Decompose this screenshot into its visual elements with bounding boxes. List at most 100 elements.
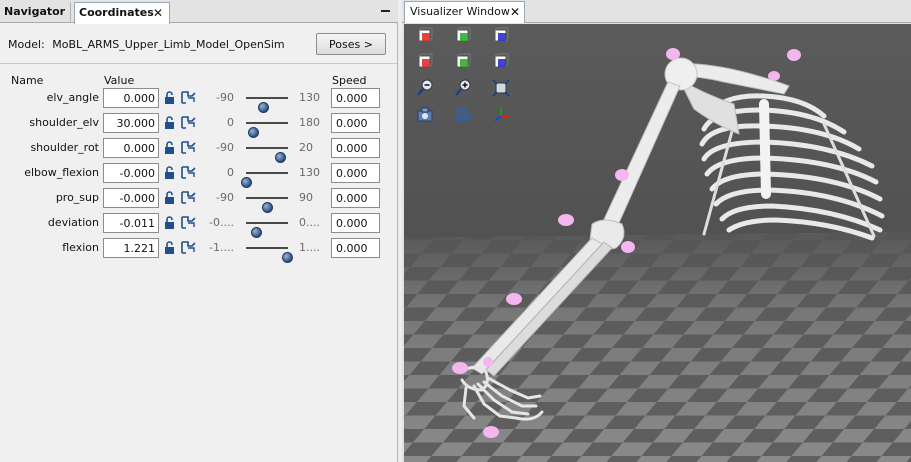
coordinate-name: pro_sup (55, 191, 99, 204)
view-left-icon[interactable] (454, 53, 472, 71)
tab-coordinates[interactable]: Coordinates ✕ (74, 2, 170, 24)
3d-viewport[interactable] (404, 24, 911, 462)
coordinate-row: flexion -1.... 1.... (0, 237, 397, 263)
clamp-icon[interactable] (180, 190, 197, 205)
slider-thumb[interactable] (281, 252, 293, 263)
marker[interactable] (787, 49, 801, 61)
coordinates-panel: Navigator Coordinates ✕ Model: MoBL_ARMS… (0, 0, 398, 462)
marker[interactable] (483, 357, 493, 367)
minimize-icon[interactable] (381, 10, 390, 12)
lock-icon[interactable] (163, 241, 177, 255)
speed-field[interactable] (331, 188, 380, 208)
tab-visualizer-window[interactable]: Visualizer Window ✕ (404, 1, 525, 23)
close-icon[interactable]: ✕ (153, 3, 163, 23)
coordinate-slider[interactable] (246, 247, 293, 263)
clamp-icon[interactable] (180, 165, 197, 180)
coordinate-name: deviation (47, 216, 99, 229)
snapshot-icon[interactable] (416, 105, 434, 123)
zoom-in-icon[interactable] (454, 79, 472, 97)
view-front-icon[interactable] (416, 27, 434, 45)
model-prefix: Model: (8, 38, 45, 51)
clamp-icon[interactable] (180, 115, 197, 130)
column-header-name: Name (11, 74, 44, 87)
marker[interactable] (666, 48, 680, 60)
marker[interactable] (621, 241, 635, 253)
coordinate-value-field[interactable] (103, 188, 159, 208)
view-right-icon[interactable] (454, 27, 472, 45)
range-min: -0.... (209, 216, 234, 229)
marker[interactable] (615, 169, 629, 181)
tab-navigator-label: Navigator (4, 5, 66, 18)
coordinate-slider[interactable] (246, 147, 288, 163)
coordinate-row: deviation -0.... 0.... (0, 212, 397, 238)
coordinate-value-field[interactable] (103, 88, 159, 108)
range-max: 130 (299, 91, 320, 104)
divider (0, 63, 397, 64)
lock-icon[interactable] (163, 216, 177, 230)
range-max: 180 (299, 116, 320, 129)
poses-button[interactable]: Poses > (316, 33, 386, 55)
coordinate-slider[interactable] (246, 222, 288, 238)
coordinate-row: shoulder_elv 0 180 (0, 112, 397, 138)
tab-visualizer-label: Visualizer Window (410, 5, 510, 18)
column-header-value: Value (104, 74, 135, 87)
coordinate-name: elbow_flexion (24, 166, 99, 179)
coordinate-name: shoulder_elv (29, 116, 99, 129)
speed-field[interactable] (331, 138, 380, 158)
speed-field[interactable] (331, 163, 380, 183)
coordinate-value-field[interactable] (103, 113, 159, 133)
marker[interactable] (452, 362, 468, 374)
coordinate-name: flexion (62, 241, 99, 254)
close-icon[interactable]: ✕ (510, 2, 520, 22)
clamp-icon[interactable] (180, 240, 197, 255)
marker[interactable] (558, 214, 574, 226)
speed-field[interactable] (331, 213, 380, 233)
axes-icon[interactable] (492, 105, 510, 123)
lock-icon[interactable] (163, 166, 177, 180)
tab-navigator[interactable]: Navigator (0, 2, 71, 23)
coordinate-value-field[interactable] (103, 238, 159, 258)
clamp-icon[interactable] (180, 140, 197, 155)
range-max: 130 (299, 166, 320, 179)
zoom-out-icon[interactable] (416, 79, 434, 97)
marker[interactable] (768, 71, 780, 81)
lock-icon[interactable] (163, 116, 177, 130)
view-top-icon[interactable] (492, 27, 510, 45)
lock-icon[interactable] (163, 141, 177, 155)
fit-view-icon[interactable] (492, 79, 510, 97)
tab-coordinates-label: Coordinates (79, 6, 154, 19)
coordinate-slider[interactable] (241, 172, 288, 188)
model-label: Model: MoBL_ARMS_Upper_Limb_Model_OpenSi… (8, 38, 285, 51)
coordinate-value-field[interactable] (103, 138, 159, 158)
view-back-icon[interactable] (416, 53, 434, 71)
range-max: 90 (299, 191, 313, 204)
range-min: -1.... (209, 241, 234, 254)
clamp-icon[interactable] (180, 215, 197, 230)
coordinate-slider[interactable] (246, 122, 288, 138)
view-bottom-icon[interactable] (492, 53, 510, 71)
coordinate-name: elv_angle (46, 91, 99, 104)
range-min: -90 (216, 141, 234, 154)
marker[interactable] (483, 426, 499, 438)
model-name: MoBL_ARMS_Upper_Limb_Model_OpenSim (52, 38, 285, 51)
coordinate-row: elbow_flexion 0 130 (0, 162, 397, 188)
range-min: -90 (216, 191, 234, 204)
visualizer-tab-bar: Visualizer Window ✕ (402, 0, 911, 23)
record-movie-icon[interactable] (454, 105, 472, 123)
clamp-icon[interactable] (180, 90, 197, 105)
column-header-speed: Speed (332, 74, 367, 87)
coordinate-value-field[interactable] (103, 213, 159, 233)
lock-icon[interactable] (163, 191, 177, 205)
range-max: 0.... (299, 216, 320, 229)
coordinate-value-field[interactable] (103, 163, 159, 183)
visualizer-panel: Visualizer Window ✕ (402, 0, 911, 462)
speed-field[interactable] (331, 88, 380, 108)
coordinate-slider[interactable] (246, 197, 288, 213)
speed-field[interactable] (331, 113, 380, 133)
coordinate-row: pro_sup -90 90 (0, 187, 397, 213)
coordinate-slider[interactable] (246, 97, 288, 113)
lock-icon[interactable] (163, 91, 177, 105)
range-max: 1.... (299, 241, 320, 254)
marker[interactable] (506, 293, 522, 305)
speed-field[interactable] (331, 238, 380, 258)
